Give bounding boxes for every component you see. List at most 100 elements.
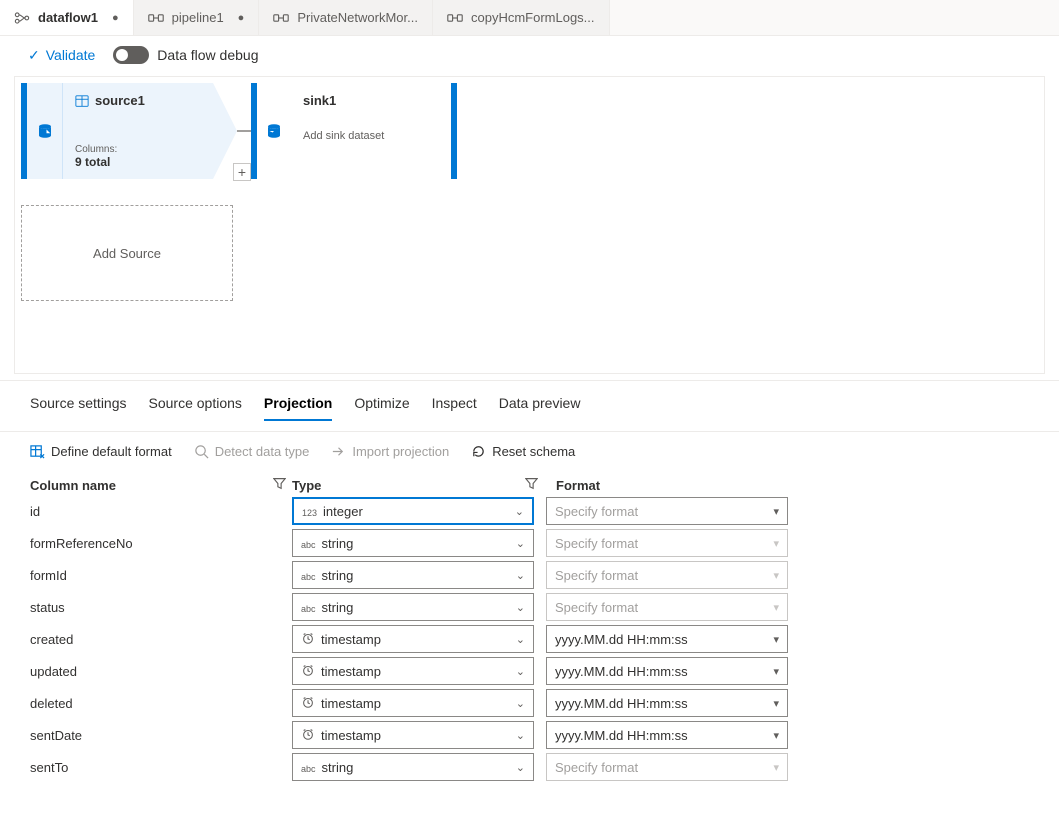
type-select[interactable]: timestamp ⌄ [292,657,534,685]
import-projection-button[interactable]: Import projection [331,444,449,459]
sink-icon-box [257,83,291,179]
type-value: timestamp [321,664,381,679]
type-tag-icon [301,727,315,744]
column-name: status [30,600,292,615]
type-select[interactable]: 123 integer ⌄ [292,497,534,525]
database-icon [36,122,54,140]
format-value: Specify format [555,600,638,615]
tab-pipeline1[interactable]: pipeline1 ● [134,0,260,35]
database-in-icon [265,122,283,140]
projection-header: Column name Type Format [30,477,1037,493]
caret-down-icon: ▾ [773,505,779,518]
source-body: source1 Columns: 9 total [63,83,213,179]
sink-add-dataset[interactable]: Add sink dataset [303,130,433,142]
column-name: formId [30,568,292,583]
section-tab-source-options[interactable]: Source options [149,395,242,421]
connector [237,130,251,132]
format-value: Specify format [555,504,638,519]
column-name: created [30,632,292,647]
table-row: created timestamp ⌄ yyyy.MM.dd HH:mm:ss … [30,625,1037,653]
node-bar [451,83,457,179]
caret-down-icon: ▾ [773,665,779,678]
format-value: yyyy.MM.dd HH:mm:ss [555,664,688,679]
format-select[interactable]: yyyy.MM.dd HH:mm:ss ▾ [546,721,788,749]
type-select[interactable]: abc string ⌄ [292,753,534,781]
chevron-down-icon: ⌄ [516,633,525,646]
sink-node[interactable]: sink1 Add sink dataset [251,83,457,179]
caret-down-icon: ▾ [773,729,779,742]
section-tab-inspect[interactable]: Inspect [432,395,477,421]
pipeline-icon [447,11,463,25]
validate-button[interactable]: ✓ Validate [28,47,95,64]
section-tab-data-preview[interactable]: Data preview [499,395,581,421]
reset-schema-button[interactable]: Reset schema [471,444,575,459]
table-row: formId abc string ⌄ Specify format ▾ [30,561,1037,589]
chevron-down-icon: ⌄ [516,537,525,550]
toolbar: ✓ Validate Data flow debug [0,36,1059,66]
type-value: string [322,536,354,551]
table-row: deleted timestamp ⌄ yyyy.MM.dd HH:mm:ss … [30,689,1037,717]
column-name: id [30,504,292,519]
section-tab-optimize[interactable]: Optimize [354,395,409,421]
type-select[interactable]: abc string ⌄ [292,561,534,589]
detect-type-button[interactable]: Detect data type [194,444,310,459]
tab-dataflow1[interactable]: dataflow1 ● [0,0,134,35]
format-value: yyyy.MM.dd HH:mm:ss [555,728,688,743]
format-select[interactable]: Specify format ▾ [546,497,788,525]
section-tab-projection[interactable]: Projection [264,395,332,421]
format-select[interactable]: yyyy.MM.dd HH:mm:ss ▾ [546,625,788,653]
caret-down-icon: ▾ [773,761,779,774]
type-tag-icon [301,631,315,648]
debug-toggle[interactable] [113,46,149,64]
debug-label: Data flow debug [157,47,258,63]
type-value: string [322,760,354,775]
format-value: Specify format [555,760,638,775]
table-format-icon [30,444,45,459]
header-format: Format [556,478,600,493]
table-row: status abc string ⌄ Specify format ▾ [30,593,1037,621]
chevron-down-icon: ⌄ [516,729,525,742]
type-select[interactable]: abc string ⌄ [292,529,534,557]
header-type: Type [292,478,321,493]
type-tag-icon: abc [301,600,316,615]
table-row: sentDate timestamp ⌄ yyyy.MM.dd HH:mm:ss… [30,721,1037,749]
sink-title: sink1 [303,93,433,108]
table-row: updated timestamp ⌄ yyyy.MM.dd HH:mm:ss … [30,657,1037,685]
table-row: id 123 integer ⌄ Specify format ▾ [30,497,1037,525]
type-value: timestamp [321,696,381,711]
type-select[interactable]: timestamp ⌄ [292,689,534,717]
filter-icon[interactable] [273,477,286,493]
tab-copyhcmformlogs[interactable]: copyHcmFormLogs... [433,0,610,35]
projection-table: Column name Type Format id [30,477,1037,781]
format-select[interactable]: yyyy.MM.dd HH:mm:ss ▾ [546,689,788,717]
table-row: sentTo abc string ⌄ Specify format ▾ [30,753,1037,781]
type-select[interactable]: timestamp ⌄ [292,625,534,653]
header-column-name: Column name [30,478,116,493]
caret-down-icon: ▾ [773,697,779,710]
type-select[interactable]: timestamp ⌄ [292,721,534,749]
pipeline-icon [148,11,164,25]
tab-bar: dataflow1 ● pipeline1 ● PrivateNetworkMo… [0,0,1059,36]
filter-icon[interactable] [525,477,538,493]
define-format-label: Define default format [51,444,172,459]
section-tab-source-settings[interactable]: Source settings [30,395,127,421]
source-node[interactable]: source1 Columns: 9 total [21,83,237,179]
type-tag-icon: abc [301,568,316,583]
column-name: updated [30,664,292,679]
format-select[interactable]: yyyy.MM.dd HH:mm:ss ▾ [546,657,788,685]
caret-down-icon: ▾ [773,633,779,646]
pipeline-icon [273,11,289,25]
add-transform-button[interactable]: + [233,163,251,181]
tab-label: dataflow1 [38,10,98,25]
chevron-down-icon: ⌄ [515,505,524,518]
import-label: Import projection [352,444,449,459]
type-value: timestamp [321,632,381,647]
define-format-button[interactable]: Define default format [30,444,172,459]
reset-label: Reset schema [492,444,575,459]
flow-canvas: source1 Columns: 9 total sink1 [14,76,1045,374]
column-name: formReferenceNo [30,536,292,551]
tab-privatenetworkmor[interactable]: PrivateNetworkMor... [259,0,433,35]
search-icon [194,444,209,459]
type-select[interactable]: abc string ⌄ [292,593,534,621]
add-source-button[interactable]: Add Source [21,205,233,301]
